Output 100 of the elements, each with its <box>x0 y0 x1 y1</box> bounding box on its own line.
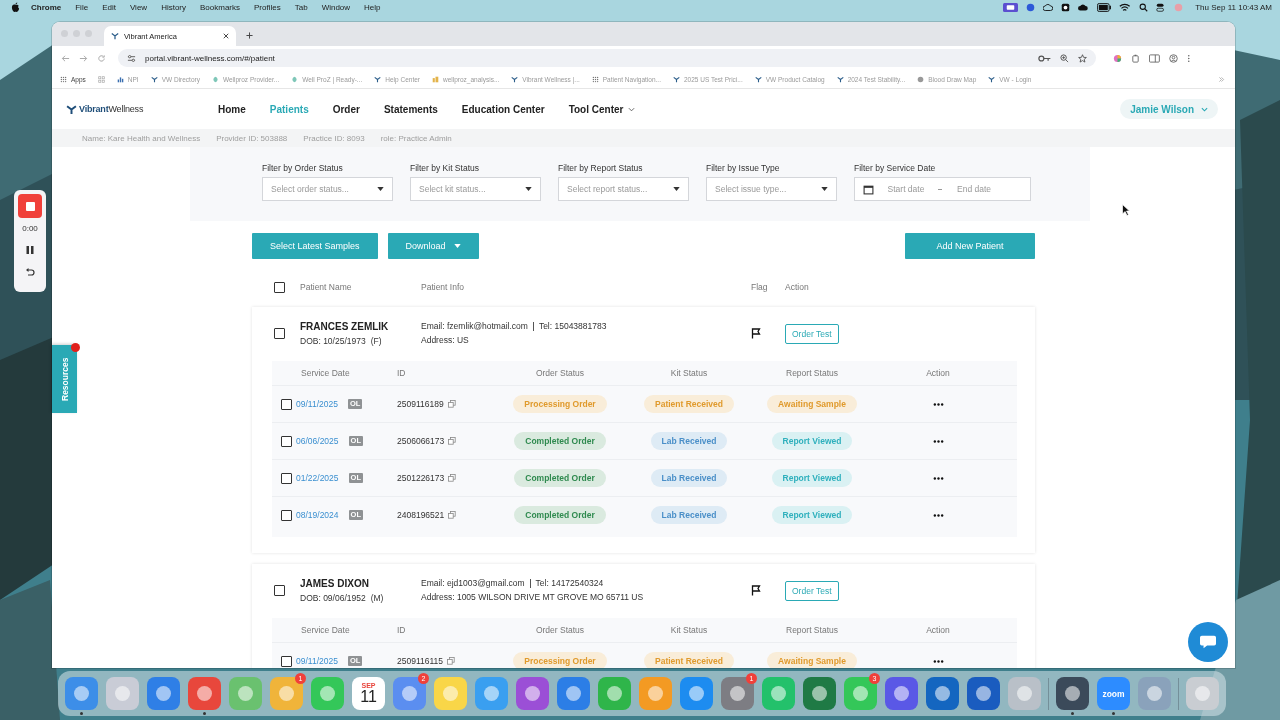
menu-item[interactable]: Tab <box>294 2 308 12</box>
start-date-input[interactable]: Start date <box>878 184 934 194</box>
nav-link[interactable]: Order <box>320 103 372 115</box>
search-icon[interactable] <box>1138 2 1148 12</box>
stop-button[interactable] <box>18 194 42 218</box>
filter-select[interactable]: Select kit status... <box>410 177 541 201</box>
end-date-input[interactable]: End date <box>946 184 1002 194</box>
menu-item[interactable]: Help <box>364 2 381 12</box>
date-range-field[interactable]: Start date End date <box>854 177 1031 201</box>
cloud-icon[interactable] <box>1078 2 1089 12</box>
copy-icon[interactable] <box>448 437 457 445</box>
app-icon[interactable] <box>393 677 426 710</box>
zoom-icon[interactable] <box>1060 53 1069 63</box>
menu-item[interactable]: Bookmarks <box>200 2 241 12</box>
download-button[interactable]: Download <box>387 233 479 259</box>
service-date-link[interactable]: 09/11/2025 <box>296 656 338 666</box>
more-icon[interactable] <box>932 513 944 517</box>
key-icon[interactable] <box>1037 53 1051 63</box>
sidebar-icon[interactable] <box>1149 53 1160 63</box>
chevron-icon[interactable] <box>1218 75 1225 83</box>
nav-link[interactable]: Education Center <box>449 103 557 115</box>
resources-tab[interactable]: Resources <box>52 345 77 413</box>
more-icon[interactable] <box>932 659 944 663</box>
service-date-link[interactable]: 09/11/2025 <box>296 399 338 409</box>
flag-icon[interactable] <box>751 327 761 339</box>
checkbox[interactable] <box>274 327 285 339</box>
back-icon[interactable] <box>61 53 70 63</box>
app-icon[interactable] <box>1138 677 1171 710</box>
app-icon[interactable] <box>844 677 877 710</box>
star-icon[interactable] <box>1078 53 1087 63</box>
nav-link[interactable]: Tool Center <box>556 103 648 115</box>
toggle-icon[interactable] <box>1155 2 1167 12</box>
copy-icon[interactable] <box>447 400 456 408</box>
circle-icon[interactable] <box>1025 2 1035 12</box>
checkbox[interactable] <box>274 584 285 596</box>
apple-icon[interactable] <box>11 1 20 13</box>
select-latest-button[interactable]: Select Latest Samples <box>252 233 378 259</box>
copy-icon[interactable] <box>448 474 457 482</box>
app-icon[interactable] <box>803 677 836 710</box>
checkbox[interactable] <box>281 398 292 410</box>
more-icon[interactable] <box>932 439 944 443</box>
nav-link[interactable]: Statements <box>371 103 450 115</box>
flag-icon[interactable] <box>751 584 761 596</box>
menu-item[interactable]: File <box>75 2 89 12</box>
menu-icon[interactable] <box>1186 53 1191 63</box>
menu-item[interactable]: Edit <box>102 2 116 12</box>
battery-icon[interactable] <box>1096 2 1112 12</box>
filter-select[interactable]: Select order status... <box>262 177 393 201</box>
app-icon[interactable]: zoom <box>1097 677 1130 710</box>
new-tab-icon[interactable] <box>246 32 253 39</box>
service-date-link[interactable]: 01/22/2025 <box>296 473 339 483</box>
settings-icon[interactable] <box>127 53 136 63</box>
add-patient-button[interactable]: Add New Patient <box>905 233 1035 259</box>
app-icon[interactable] <box>516 677 549 710</box>
app-icon[interactable] <box>475 677 508 710</box>
record-icon[interactable] <box>1061 2 1071 12</box>
display-icon[interactable] <box>1002 2 1018 12</box>
more-icon[interactable] <box>932 402 944 406</box>
nav-link[interactable]: Home <box>206 103 258 115</box>
app-icon[interactable] <box>967 677 1000 710</box>
app-icon[interactable] <box>557 677 590 710</box>
checkbox[interactable] <box>274 281 285 293</box>
app-icon[interactable] <box>188 677 221 710</box>
app-icon[interactable] <box>926 677 959 710</box>
undo-icon[interactable] <box>25 267 35 277</box>
user-menu[interactable]: Jamie Wilson <box>1120 99 1218 119</box>
wifi-icon[interactable] <box>1119 2 1131 12</box>
extension-icon[interactable] <box>1113 53 1122 63</box>
nav-link[interactable]: Patients <box>257 103 321 115</box>
app-menu[interactable]: Chrome <box>31 2 62 12</box>
checkbox[interactable] <box>281 509 292 521</box>
order-test-button[interactable]: Order Test <box>785 580 839 601</box>
profile-icon[interactable] <box>1168 53 1178 63</box>
app-icon[interactable] <box>65 677 98 710</box>
filter-select[interactable]: Select report status... <box>558 177 689 201</box>
app-icon[interactable] <box>1056 677 1089 710</box>
order-test-button[interactable]: Order Test <box>785 323 839 344</box>
checkbox[interactable] <box>281 472 292 484</box>
menu-item[interactable]: Window <box>321 2 351 12</box>
app-icon[interactable] <box>721 677 754 710</box>
app-icon[interactable] <box>147 677 180 710</box>
copy-icon[interactable] <box>447 657 455 665</box>
service-date-link[interactable]: 08/19/2024 <box>296 510 339 520</box>
service-date-link[interactable]: 06/06/2025 <box>296 436 339 446</box>
app-icon[interactable] <box>680 677 713 710</box>
filter-select[interactable]: Select issue type... <box>706 177 837 201</box>
address-field[interactable]: portal.vibrant-wellness.com/#/patient <box>118 49 1096 67</box>
menu-item[interactable]: View <box>129 2 148 12</box>
checkbox[interactable] <box>281 655 292 667</box>
menu-item[interactable]: Profiles <box>254 2 281 12</box>
pause-icon[interactable] <box>25 245 35 255</box>
grid-icon[interactable] <box>97 75 105 83</box>
close-icon[interactable] <box>223 33 229 39</box>
checkbox[interactable] <box>281 435 292 447</box>
cloud-icon[interactable] <box>1042 2 1054 12</box>
copy-icon[interactable] <box>448 511 457 519</box>
app-icon[interactable] <box>434 677 467 710</box>
menu-item[interactable]: History <box>161 2 186 12</box>
forward-icon[interactable] <box>79 53 88 63</box>
app-icon[interactable] <box>885 677 918 710</box>
